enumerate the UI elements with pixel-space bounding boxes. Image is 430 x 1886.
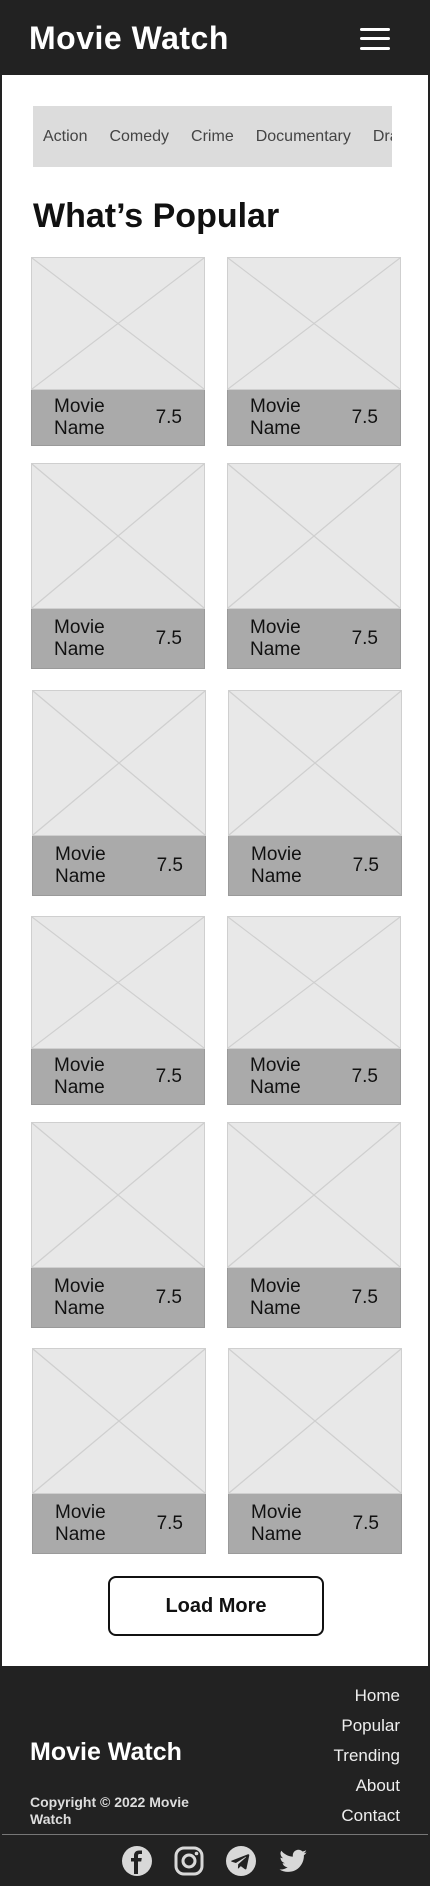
movie-card[interactable]: Movie Name 7.5 bbox=[31, 1122, 205, 1328]
movie-card[interactable]: Movie Name 7.5 bbox=[32, 690, 206, 896]
movie-poster-placeholder bbox=[228, 1348, 402, 1494]
instagram-icon[interactable] bbox=[172, 1844, 206, 1878]
movie-name: Movie Name bbox=[55, 843, 106, 887]
movie-caption: Movie Name 7.5 bbox=[31, 1268, 205, 1328]
movie-name: Movie Name bbox=[54, 616, 105, 660]
movie-rating: 7.5 bbox=[352, 1512, 379, 1534]
movie-caption: Movie Name 7.5 bbox=[227, 390, 401, 446]
footer: Home Popular Trending About Contact Movi… bbox=[2, 1666, 428, 1886]
movie-caption: Movie Name 7.5 bbox=[227, 1268, 401, 1328]
movie-poster-placeholder bbox=[31, 1122, 205, 1268]
footer-link-popular[interactable]: Popular bbox=[334, 1716, 400, 1736]
movie-card[interactable]: Movie Name 7.5 bbox=[31, 463, 205, 669]
movie-caption: Movie Name 7.5 bbox=[227, 1049, 401, 1105]
movie-caption: Movie Name 7.5 bbox=[31, 390, 205, 446]
movie-card[interactable]: Movie Name 7.5 bbox=[31, 257, 205, 446]
movie-poster-placeholder bbox=[228, 690, 402, 836]
movie-name: Movie Name bbox=[250, 1054, 301, 1098]
movie-name: Movie Name bbox=[54, 1054, 105, 1098]
movie-name: Movie Name bbox=[251, 1501, 302, 1545]
movie-name: Movie Name bbox=[55, 1501, 106, 1545]
movie-rating: 7.5 bbox=[351, 1065, 378, 1087]
load-more-button[interactable]: Load More bbox=[108, 1576, 324, 1636]
movie-name: Movie Name bbox=[250, 1275, 301, 1319]
movie-card[interactable]: Movie Name 7.5 bbox=[32, 1348, 206, 1554]
movie-poster-placeholder bbox=[227, 1122, 401, 1268]
movie-poster-placeholder bbox=[32, 690, 206, 836]
movie-rating: 7.5 bbox=[352, 854, 379, 876]
movie-poster-placeholder bbox=[227, 916, 401, 1049]
movie-poster-placeholder bbox=[31, 257, 205, 390]
footer-nav: Home Popular Trending About Contact bbox=[334, 1686, 400, 1836]
movie-rating: 7.5 bbox=[156, 1512, 183, 1534]
app-title: Movie Watch bbox=[29, 20, 229, 56]
section-title: What’s Popular bbox=[33, 197, 280, 235]
genre-tab-action[interactable]: Action bbox=[43, 128, 87, 146]
movie-caption: Movie Name 7.5 bbox=[228, 1494, 402, 1554]
movie-name: Movie Name bbox=[250, 616, 301, 660]
footer-link-contact[interactable]: Contact bbox=[334, 1806, 400, 1826]
movie-caption: Movie Name 7.5 bbox=[32, 1494, 206, 1554]
footer-copyright: Copyright © 2022 Movie Watch bbox=[30, 1794, 189, 1827]
movie-rating: 7.5 bbox=[155, 627, 182, 649]
genre-tab-crime[interactable]: Crime bbox=[191, 128, 234, 146]
movie-card[interactable]: Movie Name 7.5 bbox=[228, 1348, 402, 1554]
movie-rating: 7.5 bbox=[155, 1286, 182, 1308]
movie-card[interactable]: Movie Name 7.5 bbox=[227, 257, 401, 446]
genre-tab-comedy[interactable]: Comedy bbox=[109, 128, 169, 146]
social-links bbox=[2, 1844, 428, 1880]
movie-caption: Movie Name 7.5 bbox=[31, 609, 205, 669]
top-navbar: Movie Watch bbox=[2, 2, 428, 75]
movie-card[interactable]: Movie Name 7.5 bbox=[227, 1122, 401, 1328]
movie-caption: Movie Name 7.5 bbox=[32, 836, 206, 896]
movie-caption: Movie Name 7.5 bbox=[228, 836, 402, 896]
movie-poster-placeholder bbox=[227, 463, 401, 609]
movie-rating: 7.5 bbox=[155, 406, 182, 428]
footer-link-home[interactable]: Home bbox=[334, 1686, 400, 1706]
movie-name: Movie Name bbox=[54, 395, 105, 439]
movie-name: Movie Name bbox=[251, 843, 302, 887]
movie-caption: Movie Name 7.5 bbox=[227, 609, 401, 669]
movie-rating: 7.5 bbox=[351, 406, 378, 428]
movie-poster-placeholder bbox=[31, 916, 205, 1049]
app-frame: Movie Watch Action Comedy Crime Document… bbox=[0, 0, 430, 1886]
footer-divider bbox=[2, 1834, 428, 1835]
footer-brand: Movie Watch bbox=[30, 1738, 182, 1766]
movie-rating: 7.5 bbox=[351, 1286, 378, 1308]
movie-poster-placeholder bbox=[31, 463, 205, 609]
movie-rating: 7.5 bbox=[351, 627, 378, 649]
movie-rating: 7.5 bbox=[156, 854, 183, 876]
movie-card[interactable]: Movie Name 7.5 bbox=[227, 916, 401, 1105]
genre-tab-drama[interactable]: Drama bbox=[373, 128, 392, 146]
movie-card[interactable]: Movie Name 7.5 bbox=[227, 463, 401, 669]
movie-poster-placeholder bbox=[227, 257, 401, 390]
footer-link-trending[interactable]: Trending bbox=[334, 1746, 400, 1766]
movie-name: Movie Name bbox=[54, 1275, 105, 1319]
hamburger-menu-icon[interactable] bbox=[360, 27, 390, 50]
facebook-icon[interactable] bbox=[120, 1844, 154, 1878]
movie-card[interactable]: Movie Name 7.5 bbox=[31, 916, 205, 1105]
genre-tab-documentary[interactable]: Documentary bbox=[256, 128, 351, 146]
twitter-icon[interactable] bbox=[276, 1844, 310, 1878]
movie-caption: Movie Name 7.5 bbox=[31, 1049, 205, 1105]
telegram-icon[interactable] bbox=[224, 1844, 258, 1878]
genre-filter-bar: Action Comedy Crime Documentary Drama bbox=[33, 106, 392, 167]
movie-poster-placeholder bbox=[32, 1348, 206, 1494]
movie-name: Movie Name bbox=[250, 395, 301, 439]
footer-link-about[interactable]: About bbox=[334, 1776, 400, 1796]
movie-card[interactable]: Movie Name 7.5 bbox=[228, 690, 402, 896]
movie-rating: 7.5 bbox=[155, 1065, 182, 1087]
